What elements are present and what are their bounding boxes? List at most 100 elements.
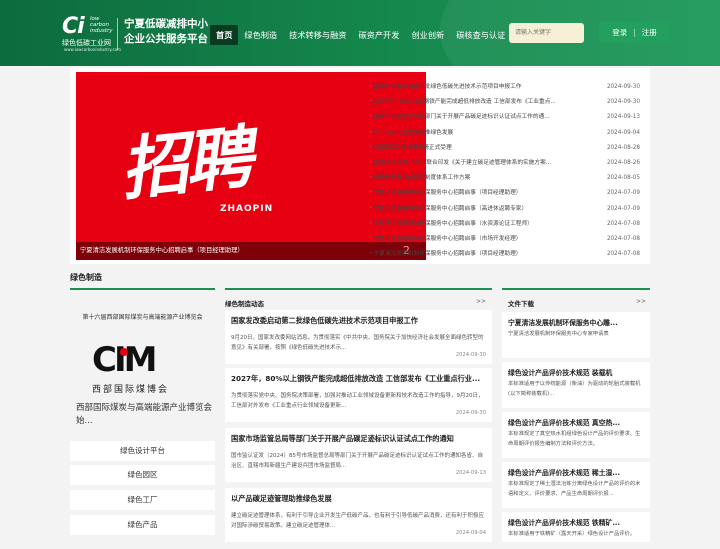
main-nav: 首页 绿色制造 技术转移与融资 碳资产开发 创业创新 碳核查与认证 <box>210 25 511 45</box>
news-title[interactable]: 以产品碳足迹管理助推绿色发展 <box>370 126 590 141</box>
site-title: 宁夏低碳减排中小企业公共服务平台 <box>124 18 208 45</box>
search-input[interactable] <box>509 23 584 43</box>
download-desc: 本标准规定了真空热水机组绿色设计产品的评价要求、生命周期评价报告编制方法和评价方… <box>508 431 641 447</box>
article-card[interactable]: 2027年，80%以上钢铁产能完成超低排放改造 工信部发布《工业重点行业... … <box>225 368 492 422</box>
news-title[interactable]: 2027年，80%以上钢铁产能完成超低排放改造 工信部发布《工业重点... <box>370 95 590 110</box>
cim-logo[interactable]: CIM <box>92 340 192 380</box>
right-column: 文件下载 >> 宁夏清洁发展机制环保服务中心雕... 宁夏清洁发展机制环保服务中… <box>502 288 650 542</box>
nav-item-carbon-verification[interactable]: 碳核查与认证 <box>450 25 511 45</box>
news-date: 2024-09-30 <box>606 84 640 90</box>
news-title[interactable]: CCER项目减排量申请正式受理 <box>370 141 590 156</box>
banner-big-text: 招聘 <box>116 118 253 211</box>
list-item[interactable]: 宁夏清洁发展机制环保服务中心招聘启事（高进休返聘专家） 2024-07-09 <box>370 202 640 217</box>
download-item[interactable]: 绿色设计产品评价技术规范 真空热... 本标准规定了真空热水机组绿色设计产品的评… <box>502 412 650 458</box>
nav-item-entrepreneurship[interactable]: 创业创新 <box>405 25 450 45</box>
left-column: 第十六届西部国际煤炭与高端能源产业博览会 CIM 西部国际煤博会 西部国际煤炭与… <box>70 288 215 540</box>
download-item[interactable]: 绿色设计产品评价技术规范 稀土湿... 本标准规定了稀土湿法冶炼分离绿色设计产品… <box>502 462 650 508</box>
news-date: 2024-08-26 <box>606 159 640 166</box>
news-title[interactable]: 国家市场监督总局等部门关于开展产品碳足迹标识认证试点工作的通... <box>370 110 590 125</box>
green-factory-button[interactable]: 绿色工厂 <box>70 490 215 510</box>
banner-sub-text: ZHAOPIN <box>220 204 274 214</box>
middle-column: 绿色制造动态 >> 国家发改委启动第二批绿色低碳先进技术示范项目申报工作 9月2… <box>225 288 492 542</box>
download-title[interactable]: 绿色设计产品评价技术规范 稀土湿... <box>508 467 644 477</box>
news-date: 2024-08-05 <box>606 175 640 182</box>
article-body: 9月20日，国家发改委网站消息，为贯彻落实《中共中央、国务院关于加快经济社会发展… <box>231 335 484 351</box>
article-title[interactable]: 2027年，80%以上钢铁产能完成超低排放改造 工信部发布《工业重点行业... <box>231 374 486 384</box>
list-item[interactable]: 生态环境部等15部门联合印发《关于建立碳足迹管理体系的实施方案... 2024-0… <box>370 156 640 171</box>
news-title[interactable]: 宁夏清洁发展机制环保服务中心招聘启事（项目经理助理） <box>370 186 590 201</box>
article-body: 建立碳足迹管理体系，有利于引导企业开发生产低碳产品，也有利于引导低碳产品消费，还… <box>231 513 485 529</box>
article-card[interactable]: 以产品碳足迹管理助推绿色发展 建立碳足迹管理体系，有利于引导企业开发生产低碳产品… <box>225 488 492 542</box>
article-card[interactable]: 国家发改委启动第二批绿色低碳先进技术示范项目申报工作 9月20日，国家发改委网站… <box>225 310 492 364</box>
news-list: 国家发改委启动第二批绿色低碳先进技术示范项目申报工作 2024-09-30 202… <box>370 80 640 262</box>
news-date: 2024-07-08 <box>606 251 640 258</box>
article-card[interactable]: 国家市场监管总局等部门关于开展产品碳足迹标识认证试点工作的通知 国市监认证发〔2… <box>225 428 492 482</box>
nav-item-tech-transfer[interactable]: 技术转移与融资 <box>283 25 352 45</box>
list-item[interactable]: 国家市场监督总局等部门关于开展产品碳足迹标识认证试点工作的通... 2024-09… <box>370 110 640 125</box>
article-date: 2024-09-30 <box>455 410 486 416</box>
list-item[interactable]: 2027年，80%以上钢铁产能完成超低排放改造 工信部发布《工业重点... 202… <box>370 95 640 110</box>
logo-tag-word: industry <box>90 28 113 34</box>
news-date: 2024-09-04 <box>606 129 640 136</box>
auth-separator: | <box>633 28 636 37</box>
site-header: Ci low carbon industry 绿色低碳工业网 www.lowca… <box>0 0 720 66</box>
green-design-button[interactable]: 绿色设计平台 <box>70 441 215 461</box>
news-title[interactable]: 加快构建碳排放双控制度体系工作方案 <box>370 171 590 186</box>
news-date: 2024-07-08 <box>606 235 640 242</box>
promo-description[interactable]: 西部国际煤炭与高端能源产业博览会始... <box>76 402 216 428</box>
download-item[interactable]: 绿色设计产品评价技术规范 装载机 本标准适用于以传统能源（柴油）为驱动的轮胎式装… <box>502 362 650 408</box>
nav-item-carbon-assets[interactable]: 碳资产开发 <box>352 25 405 45</box>
list-item[interactable]: 宁夏清洁发展机制环保服务中心招聘启事（水资源论证工程师） 2024-07-08 <box>370 217 640 232</box>
list-item[interactable]: 以产品碳足迹管理助推绿色发展 2024-09-04 <box>370 126 640 141</box>
news-title[interactable]: 生态环境部等15部门联合印发《关于建立碳足迹管理体系的实施方案... <box>370 156 590 171</box>
downloads-more-link[interactable]: >> <box>636 298 646 305</box>
download-title[interactable]: 宁夏清洁发展机制环保服务中心雕... <box>508 317 644 327</box>
list-item[interactable]: 国家发改委启动第二批绿色低碳先进技术示范项目申报工作 2024-09-30 <box>370 80 640 95</box>
download-item[interactable]: 绿色设计产品评价技术规范 铁精矿... 本标准适用于铁精矿（露天开采）绿色设计产… <box>502 512 650 542</box>
download-title[interactable]: 绿色设计产品评价技术规范 铁精矿... <box>508 517 644 527</box>
article-date: 2024-09-30 <box>455 352 486 358</box>
download-desc: 宁夏清洁发展机制环保服务中心专家申请表 <box>508 331 609 337</box>
article-title[interactable]: 国家发改委启动第二批绿色低碳先进技术示范项目申报工作 <box>231 316 486 326</box>
article-title[interactable]: 以产品碳足迹管理助推绿色发展 <box>231 494 486 504</box>
news-date: 2024-09-30 <box>606 99 640 106</box>
logo-url: www.lowcarbonindustry.com <box>64 47 121 52</box>
promo-title[interactable]: 第十六届西部国际煤炭与高端能源产业博览会 <box>70 312 215 321</box>
download-title[interactable]: 绿色设计产品评价技术规范 装载机 <box>508 367 644 377</box>
list-item[interactable]: 宁夏清洁发展机制环保服务中心招聘启事（市场开发经理） 2024-07-08 <box>370 232 640 247</box>
list-item[interactable]: CCER项目减排量申请正式受理 2024-08-28 <box>370 141 640 156</box>
site-logo[interactable]: Ci low carbon industry 绿色低碳工业网 www.lowca… <box>62 14 121 54</box>
cim-logo-dot <box>120 348 128 356</box>
green-product-button[interactable]: 绿色产品 <box>70 515 215 535</box>
download-title[interactable]: 绿色设计产品评价技术规范 真空热... <box>508 417 644 427</box>
cim-logo-text: CIM <box>92 340 157 380</box>
news-title[interactable]: 宁夏清洁发展机制环保服务中心招聘启事（高进休返聘专家） <box>370 202 590 217</box>
login-link[interactable]: 登录 <box>612 27 627 38</box>
nav-item-green-manufacturing[interactable]: 绿色制造 <box>238 25 283 45</box>
news-title[interactable]: 国家发改委启动第二批绿色低碳先进技术示范项目申报工作 <box>370 80 590 95</box>
article-date: 2024-09-04 <box>455 530 486 536</box>
news-date: 2024-07-08 <box>606 220 640 227</box>
register-link[interactable]: 注册 <box>642 27 657 38</box>
green-park-button[interactable]: 绿色园区 <box>70 465 215 485</box>
news-title[interactable]: 宁夏清洁发展机制环保服务中心招聘启事（项目经理助理） <box>370 247 590 262</box>
news-title[interactable]: 宁夏清洁发展机制环保服务中心招聘启事（市场开发经理） <box>370 232 590 247</box>
downloads-heading: 文件下载 <box>508 300 534 308</box>
news-date: 2024-07-09 <box>606 190 640 197</box>
nav-item-home[interactable]: 首页 <box>210 25 239 45</box>
download-desc: 本标准适用于以传统能源（柴油）为驱动的轮胎式装载机(以下简称装载机)... <box>508 381 641 397</box>
article-body: 为贯彻落实党中央、国务院决策部署，加强对推动工业领域设备更新和技术改造工作的指导… <box>231 393 484 409</box>
news-title[interactable]: 宁夏清洁发展机制环保服务中心招聘启事（水资源论证工程师） <box>370 217 590 232</box>
article-body: 国市监认证发〔2024〕85号市场监督总局等部门关于开展产品碳足迹标识认证试点工… <box>231 453 483 469</box>
logo-mark: Ci <box>62 14 85 39</box>
download-item[interactable]: 宁夏清洁发展机制环保服务中心雕... 宁夏清洁发展机制环保服务中心专家申请表 <box>502 312 650 358</box>
list-item[interactable]: 宁夏清洁发展机制环保服务中心招聘启事（项目经理助理） 2024-07-08 <box>370 247 640 262</box>
header-divider <box>117 18 118 50</box>
list-item[interactable]: 宁夏清洁发展机制环保服务中心招聘启事（项目经理助理） 2024-07-09 <box>370 186 640 201</box>
section-title: 绿色制造 <box>70 273 102 282</box>
news-date: 2024-07-09 <box>606 205 640 212</box>
article-title[interactable]: 国家市场监管总局等部门关于开展产品碳足迹标识认证试点工作的通知 <box>231 434 486 444</box>
middle-heading: 绿色制造动态 <box>225 300 264 308</box>
list-item[interactable]: 加快构建碳排放双控制度体系工作方案 2024-08-05 <box>370 171 640 186</box>
middle-more-link[interactable]: >> <box>476 298 486 305</box>
